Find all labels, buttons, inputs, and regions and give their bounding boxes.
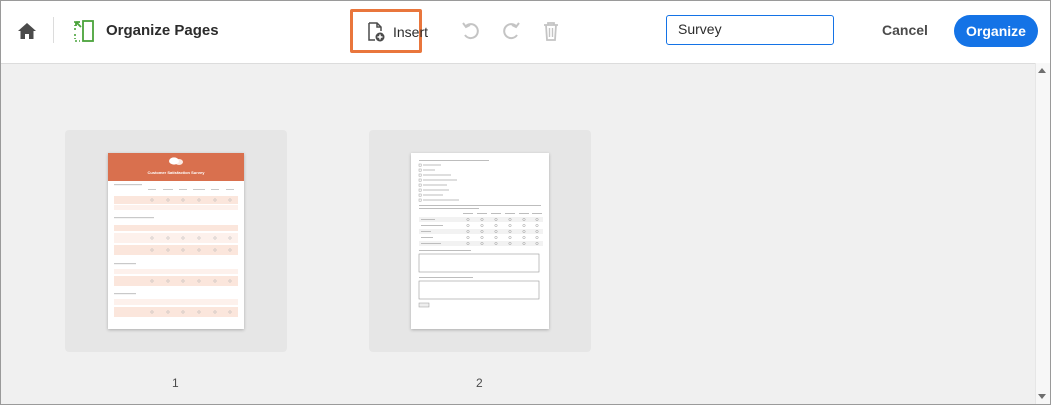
page-thumbnail-card[interactable]: Customer Satisfaction Survey: [65, 130, 287, 352]
search-field[interactable]: [666, 15, 834, 45]
page-number: 1: [172, 376, 179, 390]
redo-icon[interactable]: [500, 20, 522, 42]
insert-button[interactable]: Insert: [350, 9, 428, 53]
organize-pages-window: Organize Pages Insert Cancel: [0, 0, 1051, 405]
cancel-button[interactable]: Cancel: [882, 22, 928, 38]
delete-icon[interactable]: [540, 20, 562, 42]
page-thumbnail[interactable]: Customer Satisfaction Survey: [108, 153, 244, 329]
scroll-down-arrow-icon[interactable]: [1038, 394, 1046, 399]
vertical-scrollbar[interactable]: [1035, 63, 1050, 404]
survey-title: Customer Satisfaction Survey: [147, 170, 205, 175]
undo-icon[interactable]: [460, 20, 482, 42]
insert-page-icon: [368, 22, 385, 42]
search-input[interactable]: [678, 16, 828, 42]
organize-pages-icon: [74, 20, 94, 42]
top-toolbar: Organize Pages Insert Cancel: [1, 1, 1050, 64]
scroll-up-arrow-icon[interactable]: [1038, 68, 1046, 73]
page-number: 2: [476, 376, 483, 390]
organize-button[interactable]: Organize: [954, 15, 1038, 47]
survey-form-content: [114, 184, 238, 317]
toolbar-divider: [53, 17, 54, 43]
speech-bubbles-icon: [169, 157, 183, 165]
page-thumbnail[interactable]: [411, 153, 549, 329]
home-icon[interactable]: [17, 21, 37, 41]
page-title: Organize Pages: [106, 22, 219, 39]
survey-form-content: [418, 160, 543, 308]
page-thumbnail-card[interactable]: [369, 130, 591, 352]
insert-label: Insert: [393, 24, 429, 40]
